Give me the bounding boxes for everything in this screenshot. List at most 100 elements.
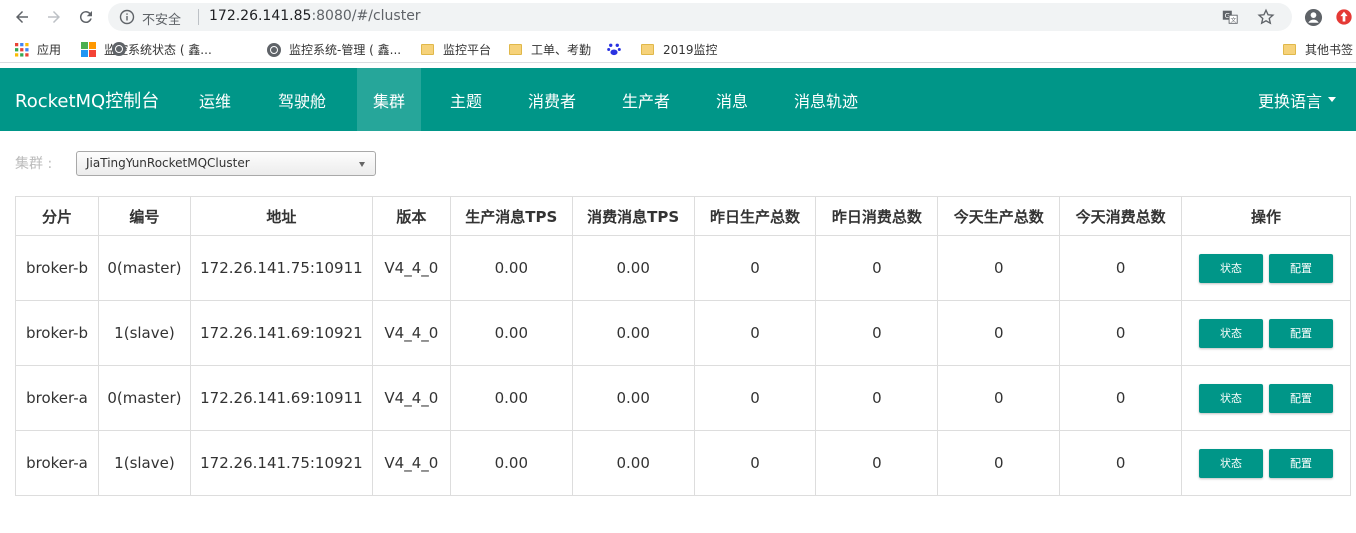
language-dropdown[interactable]: 更换语言 [1258, 68, 1336, 131]
bookmark-label: 应用 [37, 43, 62, 57]
bookmark-apps[interactable]: 应用 [14, 41, 61, 58]
bookmark-monitor-status[interactable]: 监控系统状态 ( 鑫... [81, 41, 212, 58]
col-header-version: 版本 [371, 196, 451, 236]
cell-consume-tps: 0.00 [571, 365, 695, 431]
bookmark-monitor-manage-2[interactable]: 监控系统-管理 ( 鑫... [266, 41, 401, 58]
cell-today-produce: 0 [937, 430, 1061, 496]
paw-icon [606, 41, 621, 56]
folder-icon [641, 44, 654, 55]
bookmark-tickets[interactable]: 工单、考勤 [508, 41, 591, 58]
col-header-produce-tps: 生产消息TPS [449, 196, 573, 236]
bookmark-star-icon[interactable] [1256, 7, 1276, 27]
status-button[interactable]: 状态 [1199, 318, 1264, 348]
cell-today-produce: 0 [937, 365, 1061, 431]
bookmark-monitor-manage-1[interactable] [111, 41, 134, 56]
config-button[interactable]: 配置 [1269, 383, 1334, 413]
bookmark-baidu[interactable] [606, 41, 629, 56]
cell-id: 0(master) [97, 235, 191, 301]
cell-shard: broker-b [15, 300, 99, 366]
status-button[interactable]: 状态 [1199, 253, 1264, 283]
cell-version: V4_4_0 [371, 365, 451, 431]
nav-item-cluster[interactable]: 集群 [357, 68, 422, 131]
app-navbar: RocketMQ控制台 运维 驾驶舱 集群 主题 消费者 生产者 消息 消息轨迹… [0, 68, 1356, 131]
cell-actions: 状态 配置 [1181, 235, 1351, 301]
config-button[interactable]: 配置 [1269, 448, 1334, 478]
cell-id: 1(slave) [97, 300, 191, 366]
cluster-selected-value: JiaTingYunRocketMQCluster [86, 156, 250, 170]
back-icon[interactable] [10, 5, 34, 29]
cell-id: 1(slave) [97, 430, 191, 496]
bookmark-monitor-platform[interactable]: 监控平台 [420, 41, 491, 58]
col-header-yesterday-produce: 昨日生产总数 [693, 196, 817, 236]
extension-icon[interactable] [1334, 7, 1354, 27]
bookmark-label: 2019监控 [663, 43, 718, 57]
cell-today-produce: 0 [937, 235, 1061, 301]
cell-yesterday-consume: 0 [815, 430, 939, 496]
brand-title[interactable]: RocketMQ控制台 [15, 87, 159, 113]
bookmark-2019-monitor[interactable]: 2019监控 [640, 41, 718, 58]
table-header-row: 分片 编号 地址 版本 生产消息TPS 消费消息TPS 昨日生产总数 昨日消费总… [15, 196, 1351, 236]
url-host: 172.26.141.85 [209, 8, 312, 24]
cell-today-produce: 0 [937, 300, 1061, 366]
nav-item-consumer[interactable]: 消费者 [512, 68, 592, 131]
globe-icon [266, 42, 281, 57]
status-button[interactable]: 状态 [1199, 448, 1264, 478]
cell-actions: 状态 配置 [1181, 300, 1351, 366]
bookmark-label: 工单、考勤 [531, 43, 592, 57]
cell-actions: 状态 配置 [1181, 365, 1351, 431]
config-button[interactable]: 配置 [1269, 253, 1334, 283]
folder-icon [509, 44, 522, 55]
cell-yesterday-consume: 0 [815, 365, 939, 431]
config-button[interactable]: 配置 [1269, 318, 1334, 348]
cell-consume-tps: 0.00 [571, 430, 695, 496]
cell-today-consume: 0 [1059, 235, 1183, 301]
table-row: broker-b 1(slave) 172.26.141.69:10921 V4… [15, 300, 1351, 366]
nav-item-message[interactable]: 消息 [700, 68, 764, 131]
nav-item-producer[interactable]: 生产者 [606, 68, 686, 131]
url-text[interactable]: 172.26.141.85:8080/#/cluster [209, 8, 421, 24]
cell-shard: broker-a [15, 430, 99, 496]
cell-consume-tps: 0.00 [571, 235, 695, 301]
forward-icon[interactable] [42, 5, 66, 29]
cell-id: 0(master) [97, 365, 191, 431]
table-row: broker-b 0(master) 172.26.141.75:10911 V… [15, 235, 1351, 301]
nav-item-topic[interactable]: 主题 [434, 68, 498, 131]
reload-icon[interactable] [74, 5, 98, 29]
broker-table: 分片 编号 地址 版本 生产消息TPS 消费消息TPS 昨日生产总数 昨日消费总… [15, 196, 1351, 496]
col-header-shard: 分片 [15, 196, 99, 236]
cell-address: 172.26.141.75:10921 [189, 430, 373, 496]
nav-item-dashboard[interactable]: 驾驶舱 [262, 68, 342, 131]
nav-item-message-trace[interactable]: 消息轨迹 [778, 68, 874, 131]
cell-produce-tps: 0.00 [449, 430, 573, 496]
cell-version: V4_4_0 [371, 235, 451, 301]
nav-item-ops[interactable]: 运维 [183, 68, 247, 131]
cluster-select[interactable]: JiaTingYunRocketMQCluster [76, 151, 376, 176]
cell-shard: broker-b [15, 235, 99, 301]
url-path: :8080/#/cluster [311, 8, 421, 24]
cell-today-consume: 0 [1059, 430, 1183, 496]
folder-icon [1283, 44, 1296, 55]
cell-yesterday-produce: 0 [693, 300, 817, 366]
bookmark-label: 监控系统-管理 ( 鑫... [289, 43, 402, 57]
bookmark-other[interactable]: 其他书签 [1282, 41, 1353, 58]
address-bar[interactable]: 不安全 172.26.141.85:8080/#/cluster G文 [108, 3, 1292, 31]
info-icon[interactable] [119, 9, 135, 25]
omnibox-divider [198, 9, 199, 25]
globe-icon [111, 41, 126, 56]
cell-produce-tps: 0.00 [449, 300, 573, 366]
cell-version: V4_4_0 [371, 300, 451, 366]
col-header-consume-tps: 消费消息TPS [571, 196, 695, 236]
col-header-address: 地址 [189, 196, 373, 236]
cell-shard: broker-a [15, 365, 99, 431]
cell-yesterday-consume: 0 [815, 235, 939, 301]
cell-yesterday-produce: 0 [693, 235, 817, 301]
table-row: broker-a 0(master) 172.26.141.69:10911 V… [15, 365, 1351, 431]
status-button[interactable]: 状态 [1199, 383, 1264, 413]
translate-icon[interactable]: G文 [1220, 7, 1240, 27]
col-header-today-consume: 今天消费总数 [1059, 196, 1183, 236]
account-icon[interactable] [1303, 7, 1323, 27]
cell-actions: 状态 配置 [1181, 430, 1351, 496]
cell-version: V4_4_0 [371, 430, 451, 496]
cluster-label: 集群 : [15, 156, 53, 172]
cell-address: 172.26.141.75:10911 [189, 235, 373, 301]
